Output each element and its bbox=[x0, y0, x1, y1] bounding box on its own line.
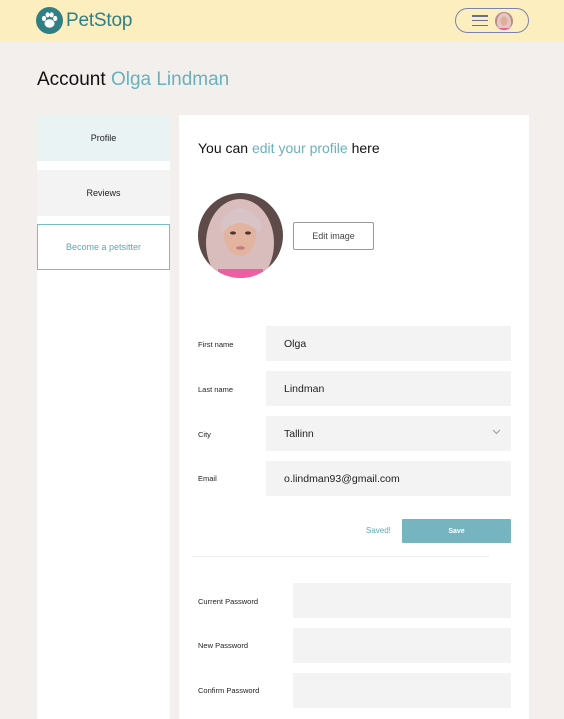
sidebar-item-label: Profile bbox=[90, 133, 117, 143]
sidebar-item-label: Become a petsitter bbox=[65, 242, 142, 252]
sidebar-item-become-petsitter[interactable]: Become a petsitter bbox=[37, 224, 170, 270]
last-name-value: Lindman bbox=[284, 382, 325, 395]
profile-photo bbox=[198, 193, 283, 278]
last-name-label: Last name bbox=[198, 385, 234, 394]
confirm-password-field[interactable] bbox=[293, 673, 511, 708]
chevron-down-icon bbox=[492, 429, 501, 435]
sidebar-item-reviews[interactable]: Reviews bbox=[37, 170, 170, 216]
page-title: Account Olga Lindman bbox=[37, 69, 229, 91]
city-label: City bbox=[198, 430, 211, 439]
logo-text: PetStop bbox=[66, 9, 133, 31]
first-name-field[interactable]: Olga bbox=[266, 326, 511, 361]
heading-accent: edit your profile bbox=[251, 140, 348, 156]
current-password-label: Current Password bbox=[198, 597, 259, 606]
save-button[interactable]: Save bbox=[402, 519, 511, 543]
city-select[interactable]: Tallinn bbox=[266, 416, 511, 451]
heading-suffix: here bbox=[351, 140, 380, 156]
page-title-name: Olga Lindman bbox=[110, 69, 230, 90]
last-name-field[interactable]: Lindman bbox=[266, 371, 511, 406]
hamburger-icon bbox=[472, 15, 488, 27]
heading-prefix: You can bbox=[198, 140, 249, 156]
top-header: PetStop bbox=[0, 0, 564, 42]
sidebar-item-label: Reviews bbox=[86, 188, 121, 198]
paw-icon bbox=[36, 7, 63, 34]
user-menu-button[interactable] bbox=[455, 8, 529, 33]
logo[interactable]: PetStop bbox=[36, 7, 132, 34]
sidebar-item-profile[interactable]: Profile bbox=[37, 115, 170, 161]
sidebar: Profile Reviews Become a petsitter bbox=[37, 115, 170, 719]
profile-panel: You can edit your profile here Edit imag… bbox=[179, 115, 529, 719]
profile-heading: You can edit your profile here bbox=[198, 140, 380, 156]
edit-image-button[interactable]: Edit image bbox=[293, 222, 374, 250]
saved-status: Saved! bbox=[366, 526, 391, 535]
email-value: o.lindman93@gmail.com bbox=[284, 472, 400, 485]
avatar bbox=[495, 11, 513, 30]
current-password-field[interactable] bbox=[293, 583, 511, 618]
email-field[interactable]: o.lindman93@gmail.com bbox=[266, 461, 511, 496]
new-password-field[interactable] bbox=[293, 628, 511, 663]
divider bbox=[192, 556, 489, 557]
first-name-value: Olga bbox=[284, 337, 307, 350]
email-label: Email bbox=[198, 474, 217, 483]
first-name-label: First name bbox=[198, 340, 234, 349]
page-title-prefix: Account bbox=[37, 69, 106, 90]
city-value: Tallinn bbox=[284, 427, 314, 440]
new-password-label: New Password bbox=[198, 641, 249, 650]
confirm-password-label: Confirm Password bbox=[198, 686, 260, 695]
